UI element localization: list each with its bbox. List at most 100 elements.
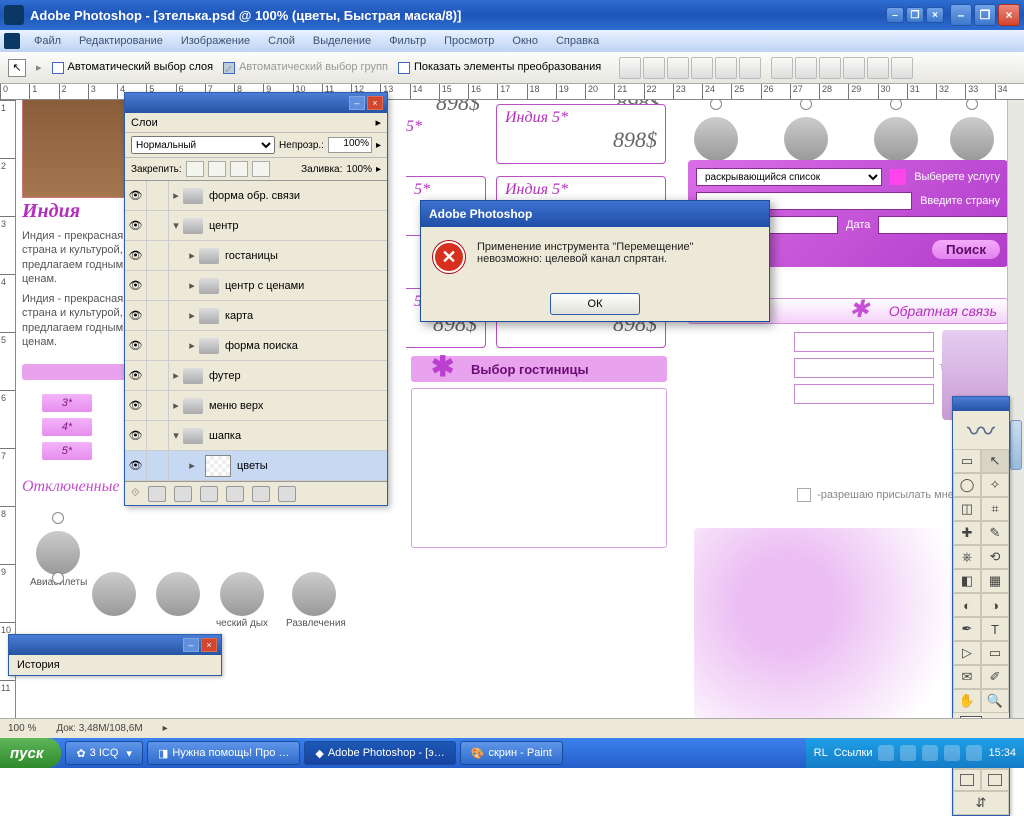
layers-panel[interactable]: –× Слои▸ Нормальный Непрозр.: 100%▸ Закр… (124, 92, 388, 506)
delete-layer-button[interactable] (278, 486, 296, 502)
new-layer-button[interactable] (252, 486, 270, 502)
blur-tool[interactable]: ◐ (953, 593, 981, 617)
tray-icon[interactable] (944, 745, 960, 761)
menu-filter[interactable]: Фильтр (381, 33, 434, 49)
panel-minimize-button[interactable]: – (349, 96, 365, 110)
tools-panel-titlebar[interactable] (953, 397, 1009, 411)
doc-minimize-button[interactable]: – (886, 7, 904, 23)
service-fun[interactable]: Развлечения (286, 572, 342, 629)
service-romantic[interactable]: ческий дых (214, 572, 270, 629)
star-4-button[interactable]: 4* (42, 418, 92, 436)
gradient-tool[interactable]: ▦ (981, 569, 1009, 593)
eyedropper-tool[interactable]: ✐ (981, 665, 1009, 689)
layer-row[interactable]: 👁▸форма поиска (125, 331, 387, 361)
tray-icon[interactable] (922, 745, 938, 761)
lock-all-button[interactable] (252, 161, 270, 177)
layer-fx-button[interactable] (148, 486, 166, 502)
service-item[interactable] (30, 572, 86, 591)
tray-icon[interactable] (900, 745, 916, 761)
marquee-tool[interactable]: ▭ (953, 449, 981, 473)
layers-tab[interactable]: Слои▸ (125, 113, 387, 133)
layer-row[interactable]: 👁▸карта (125, 301, 387, 331)
star-5-button[interactable]: 5* (42, 442, 92, 460)
lock-position-button[interactable] (230, 161, 248, 177)
visibility-toggle[interactable]: 👁 (125, 451, 147, 480)
lasso-tool[interactable]: ◯ (953, 473, 981, 497)
history-tab[interactable]: История (9, 655, 221, 675)
zoom-level[interactable]: 100 % (8, 723, 36, 734)
visibility-toggle[interactable]: 👁 (125, 391, 147, 420)
taskbar-item-photoshop[interactable]: ◆ Adobe Photoshop - [э… (304, 741, 455, 765)
panel-close-button[interactable]: × (201, 638, 217, 652)
jump-to-button[interactable]: ⇵ (953, 791, 1009, 815)
new-folder-button[interactable] (200, 486, 218, 502)
dialog-titlebar[interactable]: Adobe Photoshop (421, 201, 769, 227)
visibility-toggle[interactable]: 👁 (125, 181, 147, 210)
tray-icon[interactable] (878, 745, 894, 761)
panel-close-button[interactable]: × (367, 96, 383, 110)
stamp-tool[interactable]: ⎈ (953, 545, 981, 569)
language-indicator[interactable]: RL (814, 747, 828, 759)
feedback-phone-input[interactable] (794, 358, 934, 378)
ok-button[interactable]: ОК (550, 293, 640, 315)
doc-close-button[interactable]: × (926, 7, 944, 23)
star-3-button[interactable]: 3* (42, 394, 92, 412)
fill-field[interactable]: 100% (346, 164, 372, 175)
lock-image-button[interactable] (208, 161, 226, 177)
layer-row[interactable]: 👁▸форма обр. связи (125, 181, 387, 211)
auto-select-layer-checkbox[interactable]: Автоматический выбор слоя (52, 61, 214, 73)
hand-tool[interactable]: ✋ (953, 689, 981, 713)
date-to-input[interactable] (878, 216, 1020, 234)
system-tray[interactable]: RL Ссылки 15:34 (806, 738, 1024, 768)
service-select[interactable]: раскрывающийся список (696, 168, 882, 186)
layer-row[interactable]: 👁▸гостаницы (125, 241, 387, 271)
layer-row[interactable]: 👁▾шапка (125, 421, 387, 451)
minimize-button[interactable]: – (950, 4, 972, 26)
slice-tool[interactable]: ⌗ (981, 497, 1009, 521)
start-button[interactable]: пуск (0, 738, 61, 768)
eraser-tool[interactable]: ◧ (953, 569, 981, 593)
screen-mode-1[interactable] (953, 769, 981, 791)
visibility-toggle[interactable]: 👁 (125, 301, 147, 330)
visibility-toggle[interactable]: 👁 (125, 241, 147, 270)
visibility-toggle[interactable]: 👁 (125, 211, 147, 240)
move-tool[interactable]: ↖ (981, 449, 1009, 473)
service-item[interactable] (86, 572, 142, 618)
service-item[interactable] (150, 572, 206, 618)
adjustment-button[interactable] (226, 486, 244, 502)
dodge-tool[interactable]: ◑ (981, 593, 1009, 617)
close-button[interactable]: × (998, 4, 1020, 26)
history-panel-titlebar[interactable]: –× (9, 635, 221, 655)
menu-edit[interactable]: Редактирование (71, 33, 171, 49)
history-panel[interactable]: –× История (8, 634, 222, 676)
maximize-button[interactable]: ❐ (974, 4, 996, 26)
feedback-name-input[interactable] (794, 332, 934, 352)
type-tool[interactable]: T (981, 617, 1009, 641)
notes-tool[interactable]: ✉ (953, 665, 981, 689)
opacity-field[interactable]: 100% (328, 137, 372, 153)
layer-row[interactable]: 👁▸футер (125, 361, 387, 391)
menu-help[interactable]: Справка (548, 33, 607, 49)
pen-tool[interactable]: ▷ (953, 641, 981, 665)
shape-tool[interactable]: ▭ (981, 641, 1009, 665)
wand-tool[interactable]: ✧ (981, 473, 1009, 497)
menu-select[interactable]: Выделение (305, 33, 379, 49)
layer-mask-button[interactable] (174, 486, 192, 502)
visibility-toggle[interactable]: 👁 (125, 361, 147, 390)
menu-file[interactable]: Файл (26, 33, 69, 49)
tray-icon[interactable] (966, 745, 982, 761)
menu-layer[interactable]: Слой (260, 33, 303, 49)
history-brush-tool[interactable]: ⟲ (981, 545, 1009, 569)
align-buttons[interactable] (619, 57, 913, 79)
crop-tool[interactable]: ◫ (953, 497, 981, 521)
brush-tool[interactable]: ✎ (981, 521, 1009, 545)
taskbar-item-browser[interactable]: ◨ Нужна помощь! Про … (147, 741, 300, 765)
show-transform-checkbox[interactable]: Показать элементы преобразования (398, 61, 601, 73)
taskbar-item-paint[interactable]: 🎨 скрин - Paint (460, 741, 563, 765)
layers-panel-titlebar[interactable]: –× (125, 93, 387, 113)
visibility-toggle[interactable]: 👁 (125, 271, 147, 300)
doc-restore-button[interactable]: ❐ (906, 7, 924, 23)
path-tool[interactable]: ✒ (953, 617, 981, 641)
lock-transparency-button[interactable] (186, 161, 204, 177)
menu-view[interactable]: Просмотр (436, 33, 502, 49)
